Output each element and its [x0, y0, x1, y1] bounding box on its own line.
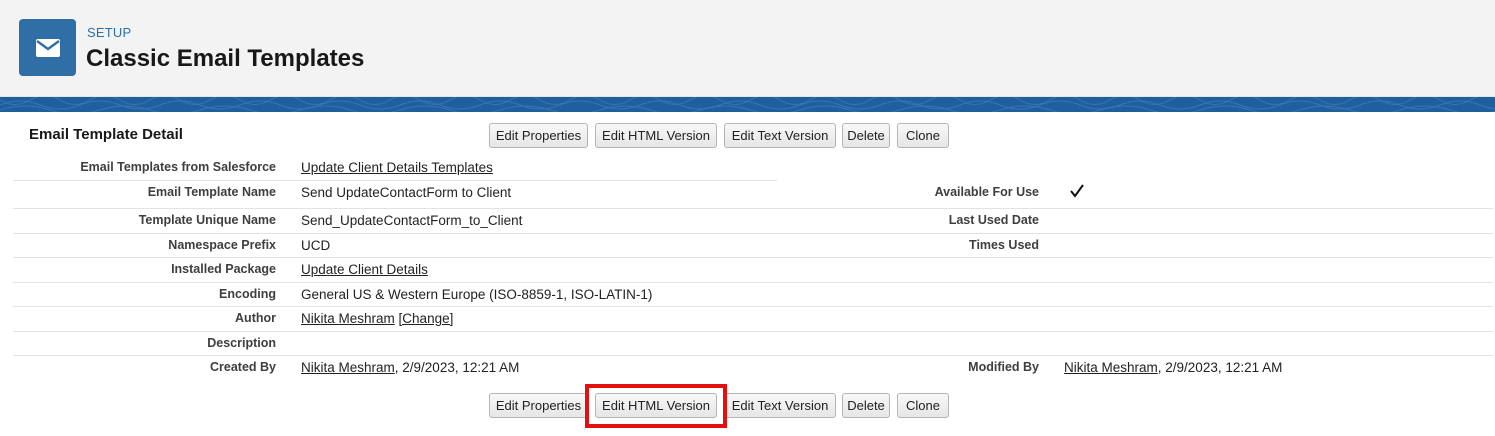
- row-divider: [13, 180, 777, 181]
- checkmark-icon: [1069, 183, 1085, 204]
- namespace-label: Namespace Prefix: [168, 238, 276, 252]
- edit-properties-button-top[interactable]: Edit Properties: [489, 123, 588, 148]
- installed-package-label: Installed Package: [171, 262, 276, 276]
- modified-by-label: Modified By: [968, 360, 1039, 374]
- row-divider: [13, 208, 1493, 209]
- row-divider: [13, 233, 1493, 234]
- namespace-value: UCD: [301, 238, 331, 253]
- page-title: Classic Email Templates: [86, 45, 365, 72]
- edit-properties-button-bottom[interactable]: Edit Properties: [489, 393, 588, 418]
- row-divider: [13, 355, 1493, 356]
- unique-name-value: Send_UpdateContactForm_to_Client: [301, 213, 523, 228]
- change-author-link[interactable]: [Change]: [399, 311, 454, 326]
- edit-text-version-button-bottom[interactable]: Edit Text Version: [724, 393, 836, 418]
- delete-button-bottom[interactable]: Delete: [842, 393, 890, 418]
- created-by-user-link[interactable]: Nikita Meshram: [301, 360, 395, 375]
- breadcrumb[interactable]: SETUP: [87, 25, 131, 40]
- created-by-date: , 2/9/2023, 12:21 AM: [394, 360, 520, 375]
- template-name-value: Send UpdateContactForm to Client: [301, 185, 512, 200]
- times-used-label: Times Used: [969, 238, 1039, 252]
- envelope-icon: [19, 19, 76, 76]
- header-decoration-band: [0, 97, 1495, 112]
- panel-title: Email Template Detail: [29, 126, 183, 143]
- unique-name-label: Template Unique Name: [138, 213, 276, 227]
- page-header: SETUP Classic Email Templates: [0, 0, 1495, 97]
- delete-button-top[interactable]: Delete: [842, 123, 890, 148]
- modified-by-value: Nikita Meshram, 2/9/2023, 12:21 AM: [1064, 360, 1282, 375]
- clone-button-top[interactable]: Clone: [897, 123, 949, 148]
- row-divider: [13, 257, 1493, 258]
- encoding-label: Encoding: [219, 287, 276, 301]
- highlight-box: [585, 384, 727, 428]
- author-link[interactable]: Nikita Meshram: [301, 311, 395, 326]
- available-for-use-label: Available For Use: [934, 185, 1039, 199]
- created-by-label: Created By: [210, 360, 276, 374]
- clone-button-bottom[interactable]: Clone: [897, 393, 949, 418]
- description-label: Description: [207, 336, 276, 350]
- row-divider: [13, 331, 1493, 332]
- modified-by-user-link[interactable]: Nikita Meshram: [1064, 360, 1158, 375]
- encoding-value: General US & Western Europe (ISO-8859-1,…: [301, 287, 653, 302]
- email-templates-folder-link[interactable]: Update Client Details Templates: [301, 160, 493, 175]
- last-used-date-label: Last Used Date: [948, 213, 1039, 227]
- author-value: Nikita Meshram [Change]: [301, 311, 453, 326]
- template-name-label: Email Template Name: [147, 185, 276, 199]
- row-divider: [13, 306, 1493, 307]
- created-by-value: Nikita Meshram, 2/9/2023, 12:21 AM: [301, 360, 519, 375]
- edit-text-version-button-top[interactable]: Edit Text Version: [724, 123, 836, 148]
- email-templates-from-label: Email Templates from Salesforce: [80, 160, 276, 174]
- installed-package-link[interactable]: Update Client Details: [301, 262, 428, 277]
- edit-html-version-button-top[interactable]: Edit HTML Version: [595, 123, 717, 148]
- modified-by-date: , 2/9/2023, 12:21 AM: [1157, 360, 1283, 375]
- author-label: Author: [235, 311, 276, 325]
- row-divider: [13, 282, 1493, 283]
